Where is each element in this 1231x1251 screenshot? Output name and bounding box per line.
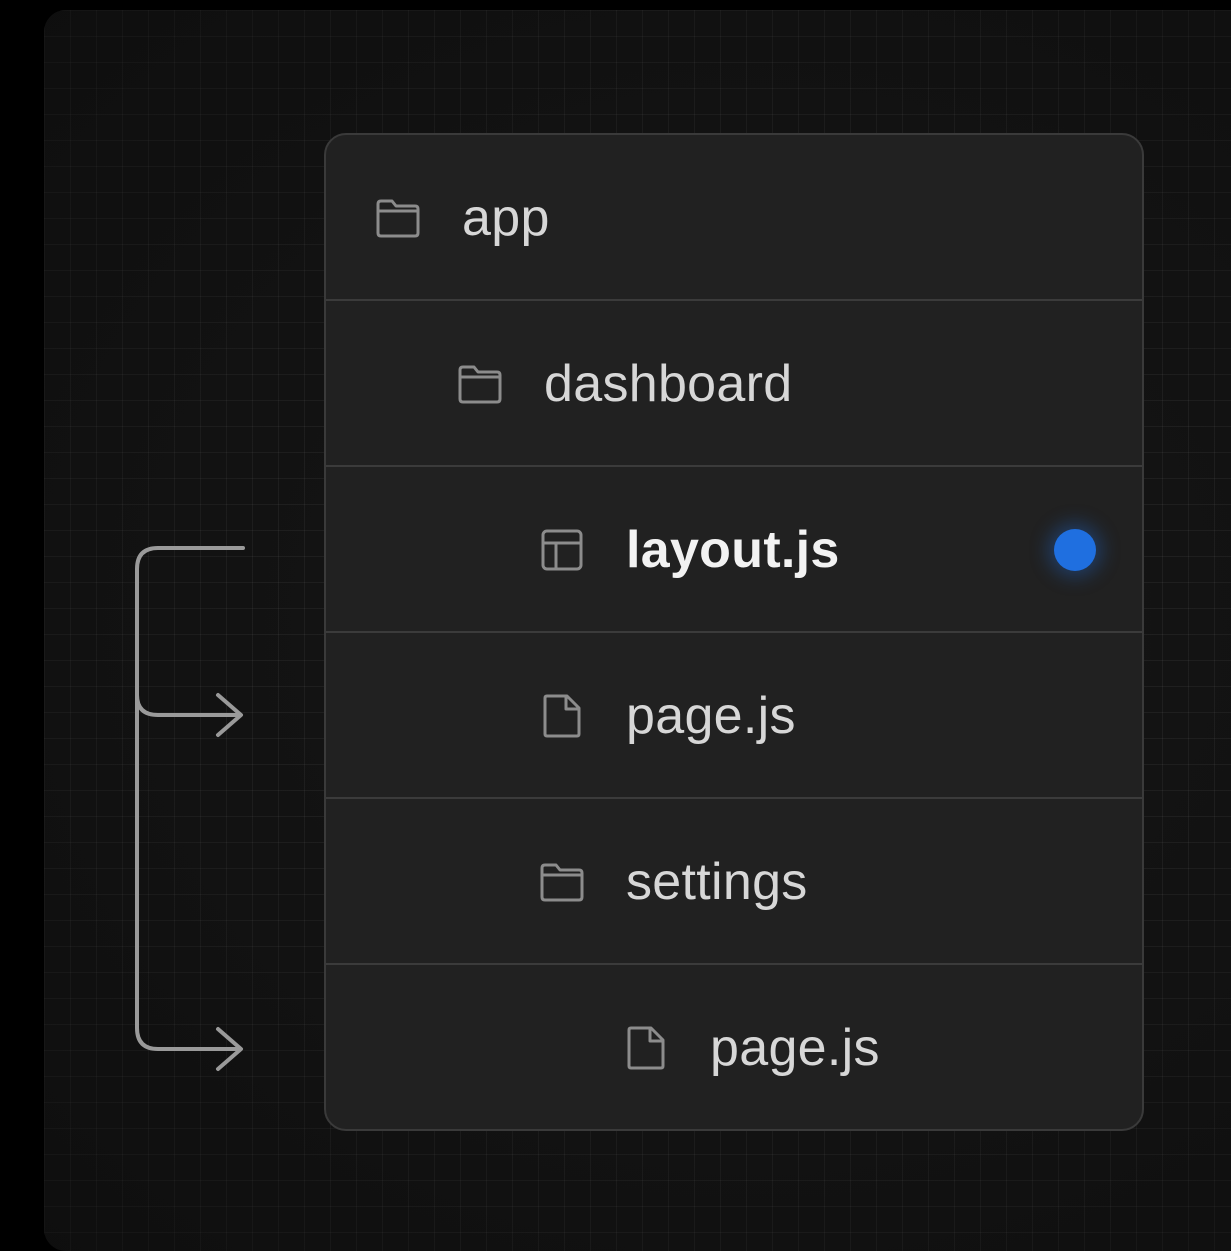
tree-label: page.js (710, 1019, 880, 1077)
file-tree-panel: app dashboard layout.js page.js settings… (324, 133, 1144, 1131)
file-icon (538, 692, 586, 740)
folder-icon (374, 194, 422, 242)
tree-label: layout.js (626, 521, 840, 579)
tree-label: dashboard (544, 355, 793, 413)
tree-row-app[interactable]: app (326, 135, 1142, 301)
tree-label: settings (626, 853, 808, 911)
tree-label: app (462, 189, 550, 247)
folder-icon (456, 360, 504, 408)
layout-icon (538, 526, 586, 574)
tree-label: page.js (626, 687, 796, 745)
tree-row-dashboard[interactable]: dashboard (326, 301, 1142, 467)
file-icon (622, 1024, 670, 1072)
tree-row-layout-js[interactable]: layout.js (326, 467, 1142, 633)
tree-row-settings[interactable]: settings (326, 799, 1142, 965)
tree-row-dashboard-page-js[interactable]: page.js (326, 633, 1142, 799)
active-indicator-dot (1054, 529, 1096, 571)
folder-icon (538, 858, 586, 906)
tree-row-settings-page-js[interactable]: page.js (326, 965, 1142, 1129)
